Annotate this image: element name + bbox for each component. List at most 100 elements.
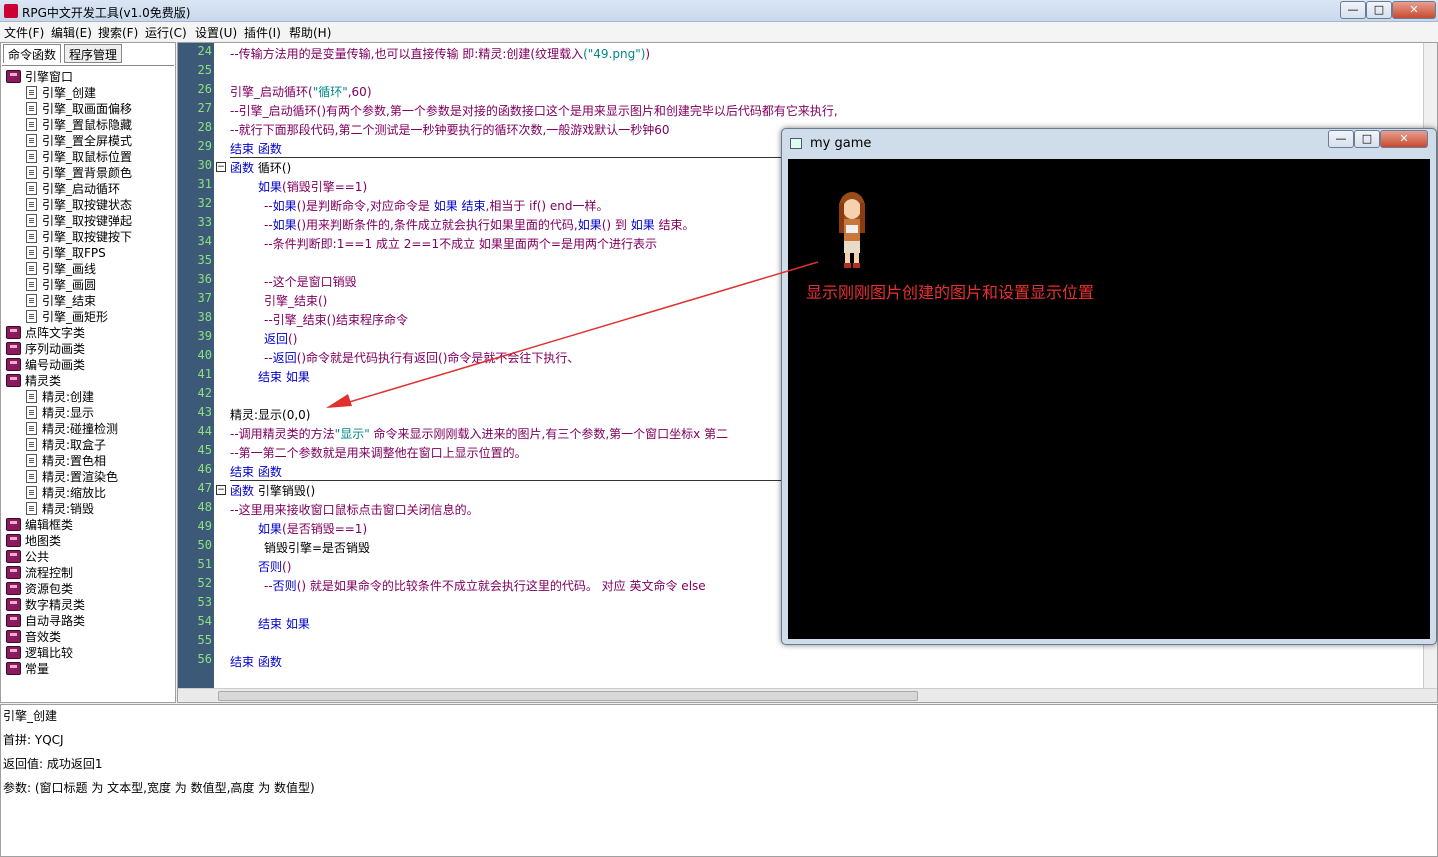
tree-item[interactable]: 引擎_置全屏模式 <box>26 132 132 148</box>
code-line[interactable]: --引擎_启动循环()有两个参数,第一个参数是对接的函数接口这个是用来显示图片和… <box>230 102 838 119</box>
tree-item[interactable]: 引擎_取按键状态 <box>26 196 132 212</box>
code-line[interactable]: --调用精灵类的方法"显示" 命令来显示刚刚载入进来的图片,有三个参数,第一个窗… <box>230 425 728 442</box>
tree-item[interactable]: 逻辑比较 <box>6 644 73 660</box>
close-button[interactable]: ✕ <box>1392 1 1436 19</box>
code-line[interactable]: --引擎_结束()结束程序命令 <box>264 311 408 328</box>
code-line[interactable]: --这个是窗口销毁 <box>264 273 357 290</box>
tree-item[interactable]: 引擎窗口 <box>6 68 73 84</box>
menu-file[interactable]: 文件(F) <box>4 24 44 41</box>
tree-item[interactable]: 引擎_结束 <box>26 292 96 308</box>
tree-item[interactable]: 音效类 <box>6 628 61 644</box>
tree-item[interactable]: 引擎_画圆 <box>26 276 96 292</box>
menu-run[interactable]: 运行(C) <box>145 24 187 41</box>
code-line[interactable]: 如果(是否销毁==1) <box>258 520 367 537</box>
line-number: 40 <box>197 348 212 362</box>
line-number: 51 <box>197 557 212 571</box>
tree-item[interactable]: 地图类 <box>6 532 61 548</box>
horizontal-scrollbar[interactable] <box>178 688 1437 702</box>
tree-item[interactable]: 引擎_置背景颜色 <box>26 164 132 180</box>
code-line[interactable]: --返回()命令就是代码执行有返回()命令是就不会往下执行、 <box>264 349 579 366</box>
code-line[interactable]: 引擎_结束() <box>264 292 327 309</box>
tree-item[interactable]: 编号动画类 <box>6 356 85 372</box>
code-line[interactable]: 函数 循环() <box>230 159 291 176</box>
tree-item[interactable]: 精灵类 <box>6 372 61 388</box>
code-line[interactable]: --传输方法用的是变量传输,也可以直接传输 即:精灵:创建(纹理载入("49.p… <box>230 45 650 62</box>
book-icon <box>6 325 21 339</box>
code-token: --引擎_结束()结束程序命令 <box>264 313 409 327</box>
tree-item-label: 地图类 <box>25 533 62 548</box>
code-line[interactable]: 销毁引擎=是否销毁 <box>264 539 370 556</box>
line-number: 37 <box>197 291 212 305</box>
tree-item[interactable]: 精灵:缩放比 <box>26 484 106 500</box>
fold-icon[interactable]: − <box>216 162 226 172</box>
code-line[interactable]: 否则() <box>258 558 291 575</box>
code-line[interactable]: --如果()用来判断条件的,条件成立就会执行如果里面的代码,如果() 到 如果 … <box>264 216 695 233</box>
menu-settings[interactable]: 设置(U) <box>195 24 237 41</box>
code-line[interactable]: --条件判断即:1==1 成立 2==1不成立 如果里面两个=是用两个进行表示 <box>264 235 657 252</box>
tree-item[interactable]: 流程控制 <box>6 564 73 580</box>
code-line[interactable]: 结束 如果 <box>258 615 310 632</box>
tree-item[interactable]: 引擎_取按键按下 <box>26 228 132 244</box>
code-line[interactable]: --这里用来接收窗口鼠标点击窗口关闭信息的。 <box>230 501 479 518</box>
tree-item[interactable]: 自动寻路类 <box>6 612 85 628</box>
tree-item[interactable]: 公共 <box>6 548 49 564</box>
tree-item[interactable]: 引擎_取画面偏移 <box>26 100 132 116</box>
tree-item-label: 编号动画类 <box>25 357 86 372</box>
game-canvas[interactable]: 显示刚刚图片创建的图片和设置显示位置 <box>788 159 1430 639</box>
tab-program-manager[interactable]: 程序管理 <box>64 44 123 63</box>
tree-item[interactable]: 引擎_创建 <box>26 84 96 100</box>
code-token: 结束 如果 <box>258 370 310 384</box>
menu-search[interactable]: 搜索(F) <box>98 24 138 41</box>
line-number: 34 <box>197 234 212 248</box>
code-line[interactable]: 结束 函数 <box>230 463 282 480</box>
code-line[interactable]: --否则() 就是如果命令的比较条件不成立就会执行这里的代码。 对应 英文命令 … <box>264 577 706 594</box>
code-line[interactable]: 返回() <box>264 330 297 347</box>
fold-icon[interactable]: − <box>216 485 226 495</box>
game-close-button[interactable]: ✕ <box>1380 130 1428 148</box>
code-line[interactable]: 结束 函数 <box>230 653 282 670</box>
tree-item[interactable]: 精灵:置色相 <box>26 452 106 468</box>
tree-item[interactable]: 引擎_置鼠标隐藏 <box>26 116 132 132</box>
tree-item[interactable]: 引擎_取鼠标位置 <box>26 148 132 164</box>
tree-item-label: 精灵:缩放比 <box>42 485 107 500</box>
tree-item[interactable]: 点阵文字类 <box>6 324 85 340</box>
code-line[interactable]: --如果()是判断命令,对应命令是 如果 结束,相当于 if() end一样。 <box>264 197 609 214</box>
tree-item[interactable]: 数字精灵类 <box>6 596 85 612</box>
tree-item[interactable]: 引擎_取按键弹起 <box>26 212 132 228</box>
tree-item[interactable]: 引擎_启动循环 <box>26 180 120 196</box>
tree-item[interactable]: 引擎_画矩形 <box>26 308 108 324</box>
tree-item[interactable]: 引擎_取FPS <box>26 244 106 260</box>
code-line[interactable]: --第一第二个参数就是用来调整他在窗口上显示位置的。 <box>230 444 527 461</box>
tree-item[interactable]: 精灵:置渲染色 <box>26 468 118 484</box>
tree-item[interactable]: 编辑框类 <box>6 516 73 532</box>
code-token: -- <box>264 351 273 365</box>
code-token: --传输方法用的是变量传输,也可以直接传输 即:精灵:创建( <box>230 47 536 61</box>
tree-item[interactable]: 常量 <box>6 660 49 676</box>
scroll-thumb[interactable] <box>218 691 918 701</box>
menu-edit[interactable]: 编辑(E) <box>51 24 92 41</box>
code-line[interactable]: 引擎_启动循环("循环",60) <box>230 83 372 100</box>
game-maximize-button[interactable]: □ <box>1354 130 1380 148</box>
code-line[interactable]: 结束 函数 <box>230 140 282 157</box>
tree-item[interactable]: 引擎_画线 <box>26 260 96 276</box>
maximize-button[interactable]: □ <box>1366 1 1392 19</box>
game-minimize-button[interactable]: — <box>1328 130 1354 148</box>
tree-item[interactable]: 精灵:碰撞检测 <box>26 420 118 436</box>
tree-item[interactable]: 精灵:创建 <box>26 388 94 404</box>
tree-item[interactable]: 精灵:销毁 <box>26 500 94 516</box>
code-line[interactable]: 如果(销毁引擎==1) <box>258 178 367 195</box>
tree-item[interactable]: 精灵:显示 <box>26 404 94 420</box>
code-line[interactable]: 精灵:显示(0,0) <box>230 406 311 423</box>
game-window[interactable]: my game — □ ✕ 显示刚刚图片创建的图片和设置显示位置 <box>781 128 1437 645</box>
menu-help[interactable]: 帮助(H) <box>289 24 331 41</box>
code-line[interactable]: 函数 引擎销毁() <box>230 482 315 499</box>
menu-plugins[interactable]: 插件(I) <box>244 24 281 41</box>
minimize-button[interactable]: — <box>1340 1 1366 19</box>
code-line[interactable]: 结束 如果 <box>258 368 310 385</box>
tree-item[interactable]: 序列动画类 <box>6 340 85 356</box>
tree-item[interactable]: 资源包类 <box>6 580 73 596</box>
line-number: 43 <box>197 405 212 419</box>
tree-item[interactable]: 精灵:取盒子 <box>26 436 106 452</box>
tab-commands[interactable]: 命令函数 <box>3 44 62 63</box>
code-line[interactable]: --就行下面那段代码,第二个测试是一秒钟要执行的循环次数,一般游戏默认一秒钟60 <box>230 121 670 138</box>
